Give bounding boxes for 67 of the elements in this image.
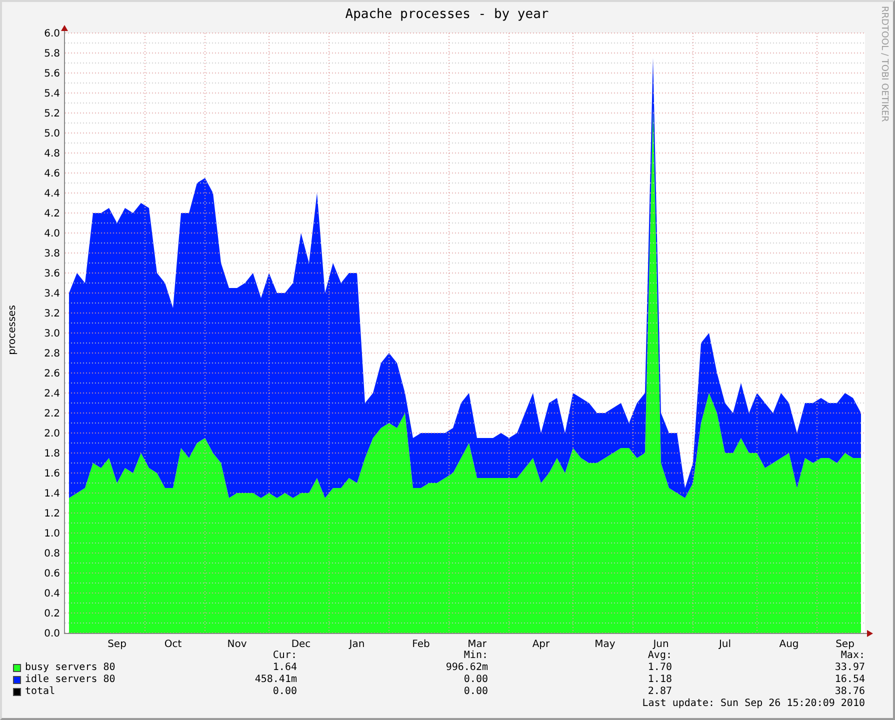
x-tick-label: May <box>594 639 616 650</box>
column-header: Max: <box>840 650 865 662</box>
legend-value: 16.54 <box>834 674 865 686</box>
legend-value: 0.00 <box>462 674 488 686</box>
x-tick-label: Jan <box>349 639 365 650</box>
legend-label: idle servers 80 <box>25 674 116 686</box>
y-tick-label: 5.0 <box>44 128 60 140</box>
y-tick-label: 3.0 <box>44 328 60 340</box>
y-tick-label: 2.0 <box>44 428 60 440</box>
x-tick-label: Feb <box>412 639 430 650</box>
y-tick-label: 6.0 <box>44 28 60 40</box>
y-tick-label: 5.6 <box>44 68 60 80</box>
y-tick-label: 1.6 <box>44 468 60 480</box>
y-tick-label: 3.4 <box>44 288 60 300</box>
legend-value: 0.00 <box>272 686 297 698</box>
x-tick-label: Sep <box>836 639 854 650</box>
y-tick-label: 5.4 <box>44 88 60 100</box>
y-tick-label: 2.4 <box>44 388 60 400</box>
x-tick-label: Sep <box>108 639 126 650</box>
y-tick-label: 3.2 <box>44 308 60 320</box>
x-tick-label: Dec <box>291 639 311 650</box>
y-tick-label: 0.2 <box>44 608 60 620</box>
y-tick-label: 1.2 <box>44 508 60 520</box>
y-tick-label: 2.2 <box>44 408 60 420</box>
credit-text: RRDTOOL / TOBI OETIKER <box>879 6 889 122</box>
legend-value: 38.76 <box>834 686 865 698</box>
x-tick-label: Jun <box>653 639 669 650</box>
x-tick-label: Aug <box>779 639 799 650</box>
legend-value: 33.97 <box>834 662 865 674</box>
y-tick-label: 3.6 <box>44 268 60 280</box>
legend-value: 1.18 <box>646 674 672 686</box>
y-tick-label: 1.8 <box>44 448 60 460</box>
x-tick-label: Mar <box>468 639 486 650</box>
x-tick-label: Oct <box>164 639 182 650</box>
y-tick-label: 1.4 <box>44 488 60 500</box>
legend-value: 0.00 <box>462 686 488 698</box>
legend-value: 458.41m <box>254 674 297 686</box>
legend-label: busy servers 80 <box>25 662 116 674</box>
legend-label: total <box>25 686 56 698</box>
x-tick-label: Jul <box>718 639 732 650</box>
y-tick-label: 4.4 <box>44 188 60 200</box>
x-tick-label: Apr <box>532 639 550 650</box>
y-tick-label: 4.2 <box>44 208 60 220</box>
y-tick-label: 3.8 <box>44 248 60 260</box>
legend-value: 996.62m <box>444 662 488 674</box>
y-tick-label: 5.8 <box>44 48 60 60</box>
column-header: Avg: <box>646 650 672 662</box>
y-tick-label: 2.8 <box>44 348 60 360</box>
legend-value: 2.87 <box>646 686 672 698</box>
y-tick-label: 2.6 <box>44 368 60 380</box>
y-tick-label: 5.2 <box>44 108 60 120</box>
y-axis-label: processes <box>7 305 18 355</box>
column-header: Min: <box>462 650 488 662</box>
y-tick-label: 4.8 <box>44 148 60 160</box>
y-tick-label: 1.0 <box>44 528 60 540</box>
y-tick-label: 0.4 <box>44 588 60 600</box>
y-tick-label: 4.0 <box>44 228 60 240</box>
legend-value: 1.70 <box>646 662 672 674</box>
y-tick-label: 0.0 <box>44 628 60 640</box>
chart-title: Apache processes - by year <box>345 7 549 22</box>
x-tick-label: Nov <box>227 639 247 650</box>
y-tick-label: 4.6 <box>44 168 60 180</box>
legend-value: 1.64 <box>272 662 297 674</box>
y-tick-label: 0.6 <box>44 568 60 580</box>
last-update-text: Last update: Sun Sep 26 15:20:09 2010 <box>641 698 865 710</box>
y-tick-label: 0.8 <box>44 548 60 560</box>
column-header: Cur: <box>272 650 297 662</box>
